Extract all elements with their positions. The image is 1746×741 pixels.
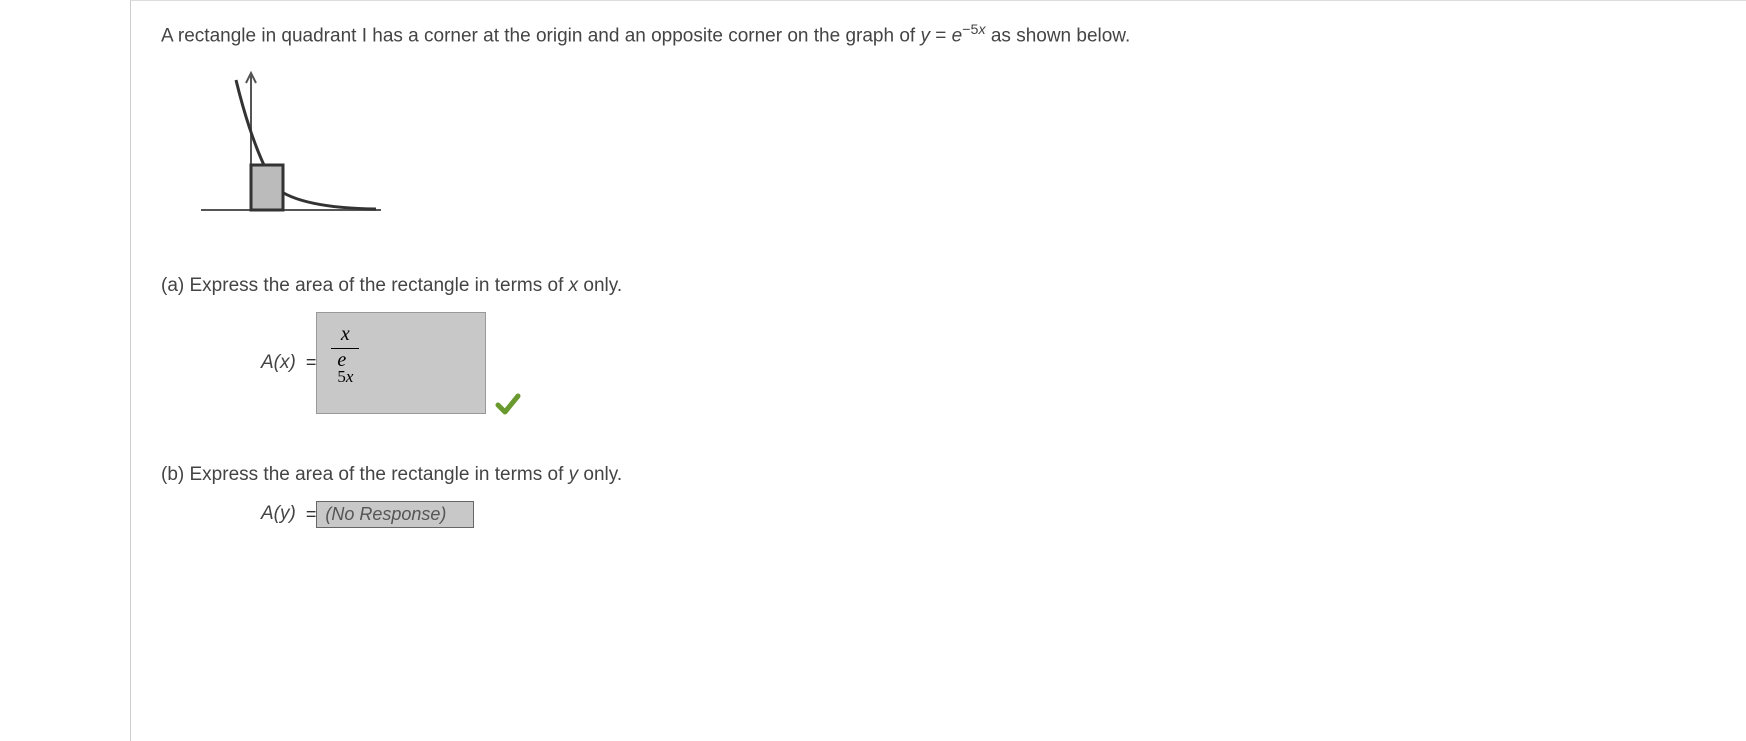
fraction-numerator: x: [331, 323, 359, 349]
checkmark-icon: [494, 390, 522, 418]
part-a-answer-box[interactable]: x e 5x: [316, 312, 486, 414]
part-a-answer-row: A(x) = x e 5x: [261, 312, 1716, 414]
part-a-label: (a) Express the area of the rectangle in…: [161, 275, 1716, 297]
part-a-answer-label: A(x): [261, 352, 296, 374]
fraction-denominator: e 5x: [331, 349, 359, 388]
graph-figure: [191, 70, 1686, 235]
equation-rhs-exp: −5x: [962, 22, 985, 38]
equation-equals: =: [930, 25, 952, 46]
part-b-answer-input[interactable]: (No Response): [316, 501, 474, 528]
question-container: A rectangle in quadrant I has a corner a…: [130, 0, 1746, 741]
part-b-answer-row: A(y) = (No Response): [261, 501, 1716, 528]
part-b-label: (b) Express the area of the rectangle in…: [161, 464, 1716, 486]
equals-sign: =: [306, 352, 317, 373]
problem-statement: A rectangle in quadrant I has a corner a…: [161, 21, 1716, 50]
answer-fraction: x e 5x: [331, 323, 359, 388]
part-b-answer-label: A(y): [261, 503, 296, 525]
intro-text-pre: A rectangle in quadrant I has a corner a…: [161, 25, 920, 46]
equals-sign-b: =: [306, 504, 317, 525]
intro-text-post: as shown below.: [991, 25, 1130, 46]
equation-lhs: y: [920, 25, 930, 46]
equation-rhs-base: e: [952, 25, 963, 46]
